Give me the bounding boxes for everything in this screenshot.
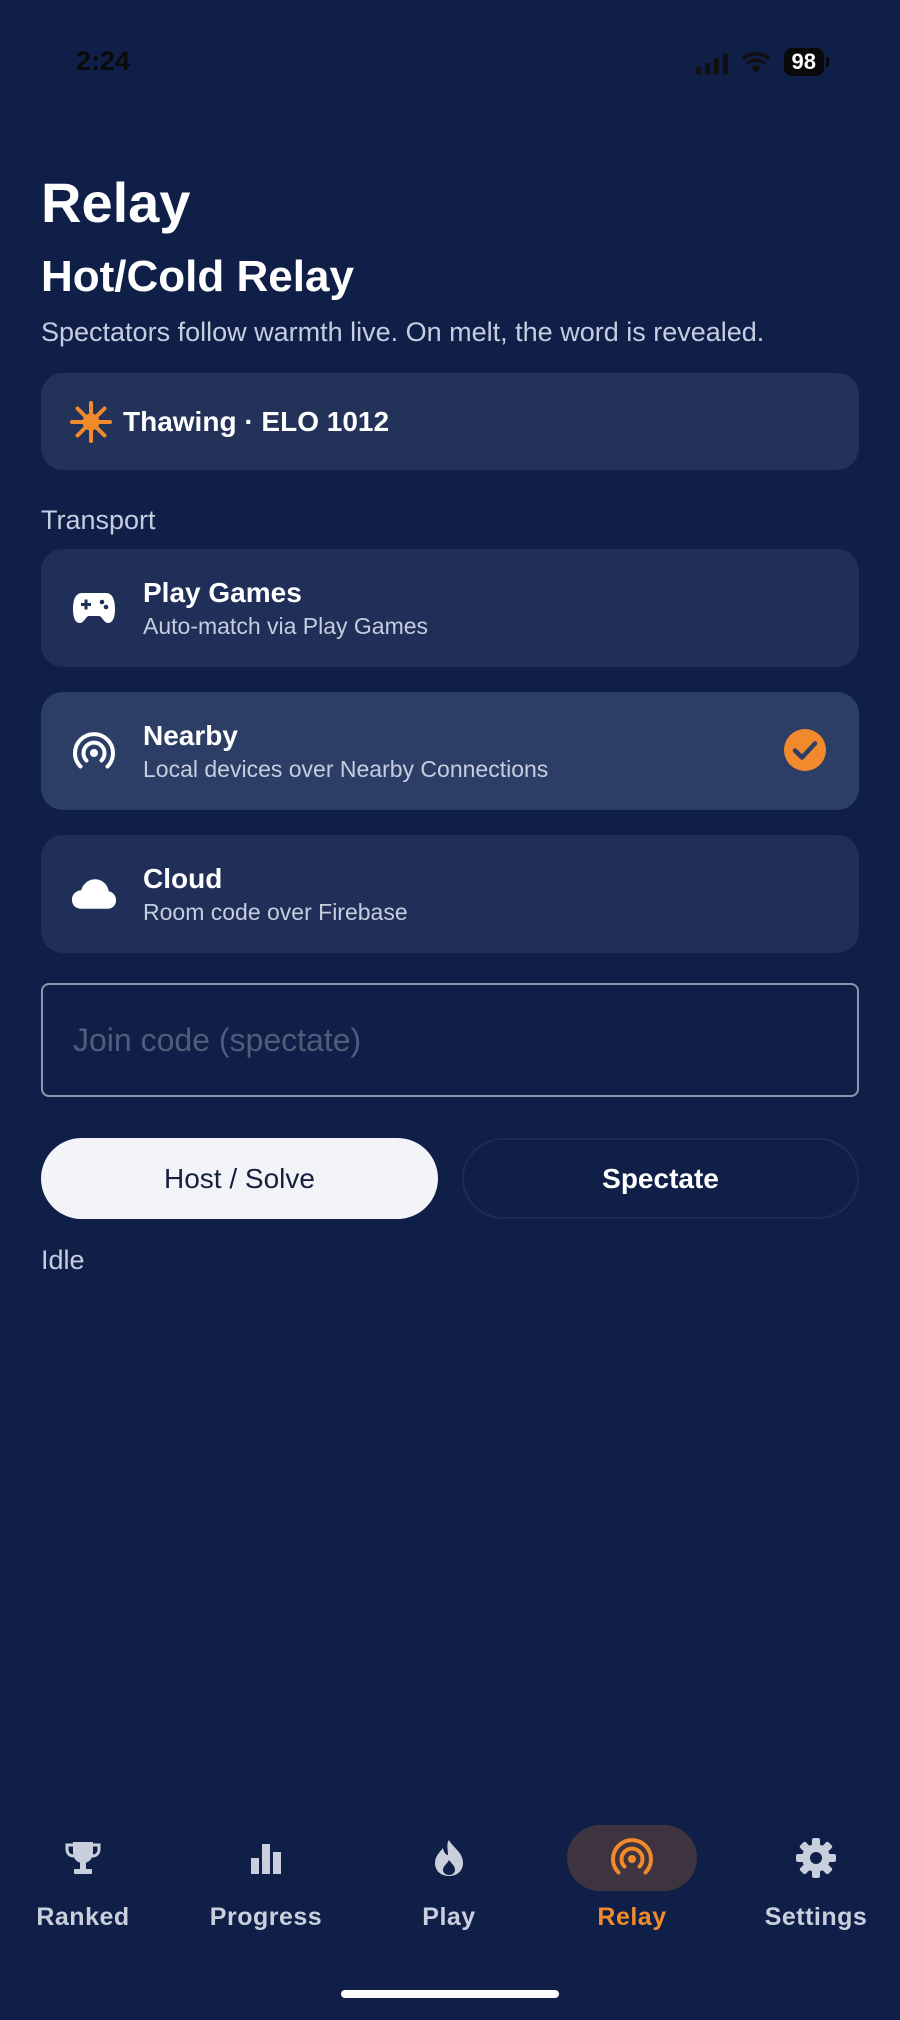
gamepad-icon (71, 585, 117, 631)
nearby-icon (71, 728, 117, 774)
battery-indicator: 98 (783, 48, 830, 76)
check-circle-icon (784, 729, 826, 771)
rank-text: Thawing · ELO 1012 (123, 405, 390, 437)
flame-icon (384, 1825, 514, 1891)
option-name: Nearby (143, 719, 238, 751)
option-description: Room code over Firebase (143, 898, 408, 925)
connection-status: Idle (41, 1245, 85, 1275)
relay-screen: 2:24 98 Relay Hot/Cold Relay Spectators … (0, 0, 900, 2020)
subtitle: Spectators follow warmth live. On melt, … (41, 317, 765, 347)
nav-item-relay[interactable]: Relay (547, 1825, 717, 1932)
bar-chart-icon (201, 1825, 331, 1891)
transport-label: Transport (41, 505, 156, 535)
status-icons: 98 (695, 48, 830, 76)
section-title: Hot/Cold Relay (41, 252, 354, 301)
nav-item-play[interactable]: Play (364, 1825, 534, 1932)
wifi-icon (741, 51, 771, 73)
nav-label: Settings (764, 1903, 868, 1931)
bottom-navigation: Ranked Progress Play Relay Settings (0, 1825, 900, 1955)
page-title: Relay (41, 171, 191, 234)
option-name: Play Games (143, 576, 302, 608)
join-code-input[interactable] (41, 983, 859, 1097)
snowflake-sun-icon (70, 400, 112, 443)
nav-label: Relay (597, 1903, 667, 1931)
option-description: Local devices over Nearby Connections (143, 755, 549, 782)
rank-card: Thawing · ELO 1012 (41, 373, 859, 470)
trophy-icon (18, 1825, 148, 1891)
home-indicator[interactable] (341, 1990, 559, 1998)
nav-item-progress[interactable]: Progress (181, 1825, 351, 1932)
cloud-icon (71, 871, 117, 917)
nav-label: Progress (209, 1903, 323, 1931)
broadcast-icon (567, 1825, 697, 1891)
transport-option-nearby[interactable]: Nearby Local devices over Nearby Connect… (41, 692, 859, 810)
status-time: 2:24 (76, 46, 131, 76)
gear-icon (751, 1825, 881, 1891)
nav-label: Play (422, 1903, 476, 1931)
nav-item-settings[interactable]: Settings (731, 1825, 900, 1932)
host-solve-button[interactable]: Host / Solve (41, 1138, 438, 1219)
option-name: Cloud (143, 862, 223, 894)
spectate-button[interactable]: Spectate (462, 1138, 859, 1219)
nav-item-ranked[interactable]: Ranked (0, 1825, 168, 1932)
transport-option-cloud[interactable]: Cloud Room code over Firebase (41, 835, 859, 953)
transport-option-play-games[interactable]: Play Games Auto-match via Play Games (41, 549, 859, 667)
option-description: Auto-match via Play Games (143, 612, 429, 639)
nav-label: Ranked (36, 1903, 130, 1931)
signal-icon (695, 49, 728, 75)
